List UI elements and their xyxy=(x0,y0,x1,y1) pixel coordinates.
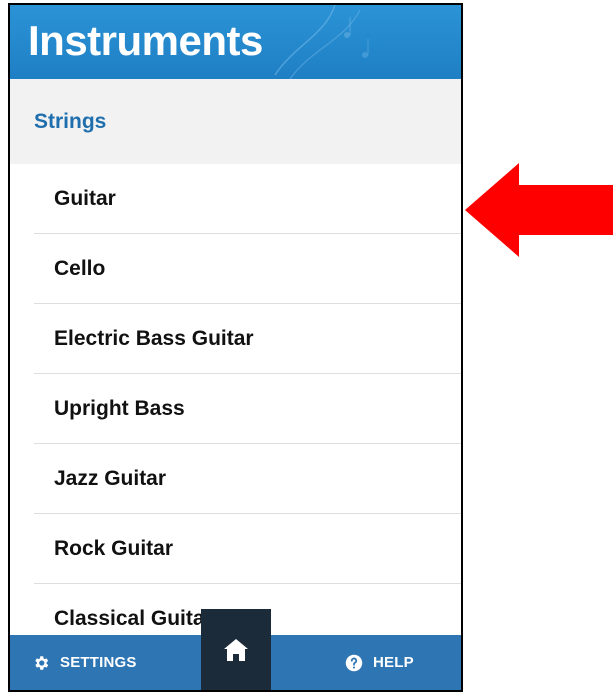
list-item-label: Upright Bass xyxy=(54,397,185,420)
list-item-rock-guitar[interactable]: Rock Guitar xyxy=(34,514,461,584)
app-screen: Instruments Strings Guitar Cello Electri… xyxy=(8,3,463,692)
app-header: Instruments xyxy=(10,5,461,79)
list-item-cello[interactable]: Cello xyxy=(34,234,461,304)
instrument-list[interactable]: Guitar Cello Electric Bass Guitar Uprigh… xyxy=(10,164,461,635)
settings-button[interactable]: SETTINGS xyxy=(32,635,137,690)
question-circle-icon xyxy=(345,654,363,671)
help-label: HELP xyxy=(373,654,414,671)
gear-icon xyxy=(35,655,49,670)
list-item-electric-bass-guitar[interactable]: Electric Bass Guitar xyxy=(34,304,461,374)
list-item-upright-bass[interactable]: Upright Bass xyxy=(34,374,461,444)
list-item-label: Rock Guitar xyxy=(54,537,174,560)
settings-label: SETTINGS xyxy=(60,654,137,671)
section-header-strings: Strings xyxy=(10,79,461,164)
page-title: Instruments xyxy=(28,17,263,64)
list-item-label: Cello xyxy=(54,257,106,280)
list-item-label: Guitar xyxy=(54,187,116,210)
red-arrow-icon xyxy=(465,163,613,257)
home-button[interactable] xyxy=(201,609,271,690)
list-item-guitar[interactable]: Guitar xyxy=(34,164,461,234)
section-label: Strings xyxy=(34,110,107,133)
screenshot-stage: Instruments Strings Guitar Cello Electri… xyxy=(0,0,613,692)
list-item-label: Electric Bass Guitar xyxy=(54,327,254,350)
list-item-jazz-guitar[interactable]: Jazz Guitar xyxy=(34,444,461,514)
home-icon xyxy=(224,638,248,661)
list-item-label: Jazz Guitar xyxy=(54,467,167,490)
music-notes-decoration-icon xyxy=(274,5,369,79)
bottom-nav-bar: SETTINGS HELP xyxy=(10,609,461,690)
list-item-label: Classical Guitar xyxy=(54,607,213,630)
help-button[interactable]: HELP xyxy=(345,635,414,690)
